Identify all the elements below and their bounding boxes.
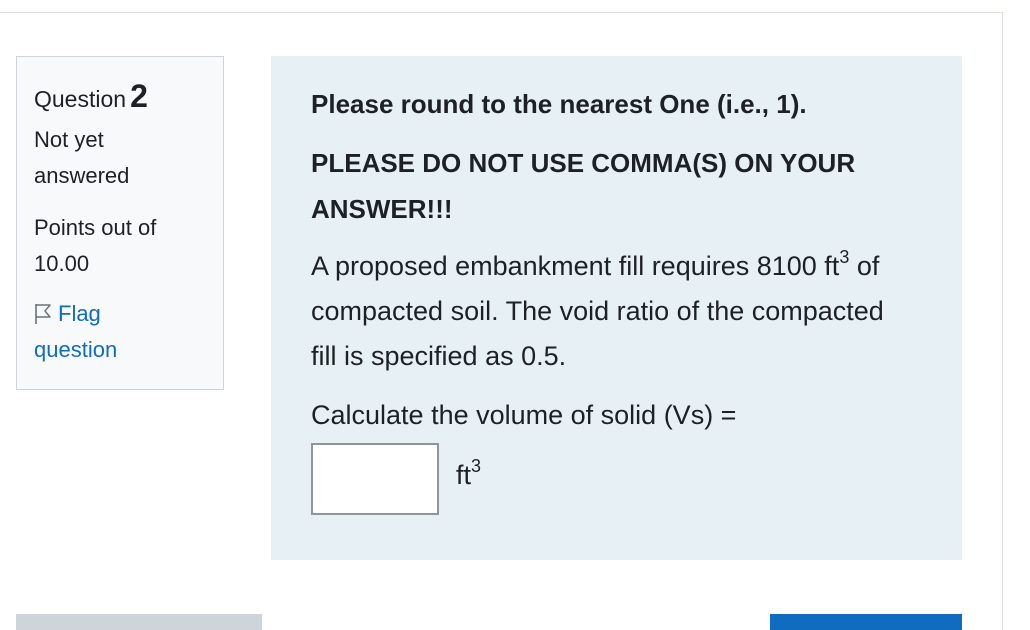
problem-superscript: 3 bbox=[839, 247, 850, 267]
unit-superscript: 3 bbox=[471, 456, 482, 476]
rounding-instruction: Please round to the nearest One (i.e., 1… bbox=[311, 89, 807, 119]
previous-page-button[interactable] bbox=[16, 614, 262, 630]
state-line-1: Not yet bbox=[34, 127, 104, 152]
answer-unit: ft3 bbox=[456, 455, 481, 495]
question-label: Question bbox=[34, 86, 127, 112]
unit-base: ft bbox=[456, 460, 472, 490]
question-number-heading: Question 2 bbox=[34, 78, 207, 114]
flag-label-line-1[interactable]: Flag bbox=[58, 301, 101, 326]
grade-line-2: 10.00 bbox=[34, 251, 90, 276]
flag-label-line-2[interactable]: question bbox=[34, 332, 207, 368]
right-divider bbox=[1002, 12, 1003, 630]
question-info-panel: Question 2 Not yet answered Points out of… bbox=[16, 56, 224, 390]
answer-input[interactable] bbox=[311, 443, 439, 515]
state-line-2: answered bbox=[34, 163, 130, 188]
question-state: Not yet answered bbox=[34, 122, 207, 194]
question-grade: Points out of 10.00 bbox=[34, 210, 207, 282]
question-content-panel: Please round to the nearest One (i.e., 1… bbox=[271, 56, 962, 560]
flag-question-button[interactable]: Flag question bbox=[34, 296, 207, 368]
flag-outline-icon bbox=[34, 300, 52, 324]
grade-line-1: Points out of bbox=[34, 215, 157, 240]
answer-row: ft3 bbox=[311, 439, 922, 519]
problem-text-part-1: A proposed embankment fill requires 8100… bbox=[311, 251, 840, 281]
next-page-button[interactable] bbox=[770, 614, 962, 630]
calculation-prompt: Calculate the volume of solid (Vs) = bbox=[311, 400, 737, 430]
question-number: 2 bbox=[130, 78, 148, 114]
top-divider bbox=[0, 12, 1002, 13]
comma-warning: PLEASE DO NOT USE COMMA(S) ON YOUR ANSWE… bbox=[311, 148, 856, 224]
problem-statement: A proposed embankment fill requires 8100… bbox=[311, 244, 911, 379]
